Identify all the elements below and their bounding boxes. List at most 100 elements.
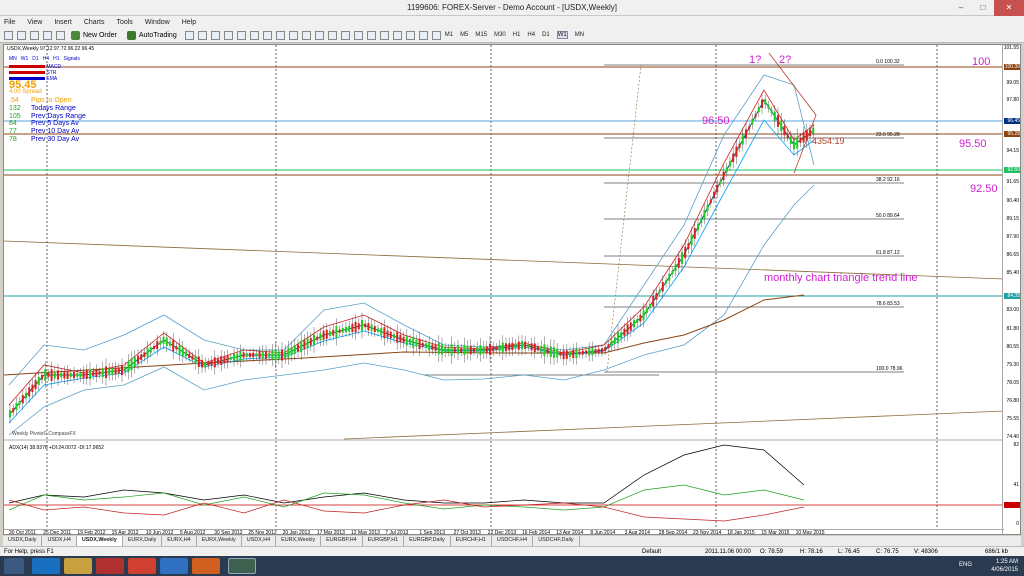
candle — [444, 347, 447, 353]
media-icon[interactable] — [96, 558, 124, 574]
clock-date: 4/06/2015 — [991, 567, 1018, 573]
tf-w1[interactable]: W1 — [556, 31, 568, 39]
candle — [729, 161, 731, 167]
candle — [428, 342, 431, 351]
tab-chart[interactable]: EURX,Weekly — [197, 536, 242, 546]
zoom-in-icon[interactable] — [223, 30, 233, 40]
status-profile: Default — [642, 549, 662, 555]
tab-chart[interactable]: EURGBP,H1 — [363, 536, 405, 546]
word-icon[interactable] — [160, 558, 188, 574]
menu-file[interactable]: File — [4, 19, 15, 26]
new-chart-icon[interactable] — [4, 30, 13, 40]
autotrading-button[interactable]: AutoTrading — [125, 30, 179, 40]
menu-insert[interactable]: Insert — [54, 19, 72, 26]
price-tag: 92.50 — [1004, 167, 1020, 173]
bar-chart-icon[interactable] — [184, 30, 194, 40]
explorer-icon[interactable] — [64, 558, 92, 574]
candle — [117, 367, 120, 374]
chart-symbol-label: USDX,Weekly 97.12 97.72 96.22 96.45 — [7, 46, 95, 52]
menu-tools[interactable]: Tools — [116, 19, 132, 26]
tab-chart[interactable]: EURCHF,H1 — [451, 536, 492, 546]
price-tick: 91.65 — [1006, 179, 1019, 185]
tile-icon[interactable] — [249, 30, 259, 40]
ie-icon[interactable] — [32, 558, 60, 574]
data-window-icon[interactable] — [43, 30, 52, 40]
tab-chart[interactable]: USDX,H4 — [42, 536, 77, 546]
candle — [149, 347, 152, 353]
candle — [367, 322, 370, 331]
candle — [610, 340, 613, 347]
indicators-icon[interactable] — [288, 30, 298, 40]
tab-chart[interactable]: EURGBP,Daily — [404, 536, 451, 546]
price-axis[interactable]: 101.55 100.30 99.05 97.80 96.45 95.28 94… — [1002, 45, 1020, 534]
tf-m5[interactable]: M5 — [460, 32, 468, 38]
candlestick-icon[interactable] — [197, 30, 207, 40]
annotation-q2: 2? — [779, 54, 792, 66]
language-indicator[interactable]: ENG — [959, 562, 972, 568]
fibonacci-icon[interactable] — [405, 30, 415, 40]
tab-chart[interactable]: USDCHF,H4 — [492, 536, 534, 546]
tab-chart[interactable]: USDX,H4 — [242, 536, 277, 546]
start-button[interactable] — [4, 558, 24, 574]
trendline-icon[interactable] — [379, 30, 389, 40]
menu-help[interactable]: Help — [182, 19, 196, 26]
candle — [777, 115, 779, 127]
powerpoint-icon[interactable] — [192, 558, 220, 574]
channel-icon[interactable] — [392, 30, 402, 40]
templates-icon[interactable] — [314, 30, 324, 40]
minimize-icon[interactable]: – — [950, 0, 972, 16]
autoscroll-icon[interactable] — [262, 30, 272, 40]
candle — [671, 270, 674, 274]
tf-d1[interactable]: D1 — [542, 32, 550, 38]
cursor-icon[interactable] — [327, 30, 337, 40]
market-watch-icon[interactable] — [30, 30, 39, 40]
clock[interactable]: 1:25 AM 4/06/2015 — [991, 558, 1018, 574]
tab-chart[interactable]: EURX,Daily — [123, 536, 163, 546]
new-order-button[interactable]: New Order — [69, 30, 119, 40]
horizontal-line-icon[interactable] — [366, 30, 376, 40]
price-tick: 101.55 — [1003, 45, 1019, 51]
tab-chart[interactable]: EURX,Weekly — [276, 536, 322, 546]
tf-m15[interactable]: M15 — [475, 32, 487, 38]
tab-chart[interactable]: USDCHF,Daily — [533, 536, 580, 546]
crosshair-icon[interactable] — [340, 30, 350, 40]
tf-m30[interactable]: M30 — [494, 32, 506, 38]
chart-window[interactable]: USDX,Weekly 97.12 97.72 96.22 96.45 MN W… — [3, 44, 1021, 535]
periods-icon[interactable] — [301, 30, 311, 40]
tab-chart[interactable]: EURX,H4 — [162, 536, 197, 546]
tab-chart[interactable]: USDX,Daily — [3, 536, 43, 546]
tf-m1[interactable]: M1 — [445, 32, 453, 38]
vertical-line-icon[interactable] — [353, 30, 363, 40]
tf-mn[interactable]: MN — [575, 32, 584, 38]
candle — [319, 333, 322, 341]
menu-view[interactable]: View — [27, 19, 42, 26]
chart-shift-icon[interactable] — [275, 30, 285, 40]
zoom-out-icon[interactable] — [236, 30, 246, 40]
arrow-icon[interactable] — [431, 30, 441, 40]
candle — [21, 395, 24, 404]
tf-h4[interactable]: H4 — [527, 32, 535, 38]
navigator-icon[interactable] — [56, 30, 65, 40]
candle — [223, 356, 226, 364]
mt4-icon[interactable] — [228, 558, 256, 574]
candle — [553, 347, 555, 358]
menu-charts[interactable]: Charts — [84, 19, 105, 26]
tab-chart-active[interactable]: USDX,Weekly — [76, 536, 123, 546]
profiles-icon[interactable] — [17, 30, 26, 40]
candle — [719, 180, 722, 184]
candle — [140, 354, 143, 361]
text-icon[interactable] — [418, 30, 428, 40]
price-tag: 96.45 — [1004, 118, 1020, 124]
maximize-icon[interactable]: □ — [972, 0, 994, 16]
chrome-icon[interactable] — [128, 558, 156, 574]
tab-chart[interactable]: EURGBP,H4 — [321, 536, 363, 546]
close-icon[interactable]: ✕ — [994, 0, 1024, 16]
watermark: Weekly Pivots© CompassFX — [12, 431, 76, 437]
candle — [153, 345, 155, 350]
menu-window[interactable]: Window — [145, 19, 170, 26]
candle — [674, 264, 677, 272]
tf-h1[interactable]: H1 — [513, 32, 521, 38]
candle — [239, 351, 242, 361]
line-chart-icon[interactable] — [210, 30, 220, 40]
autotrading-icon — [126, 30, 136, 40]
